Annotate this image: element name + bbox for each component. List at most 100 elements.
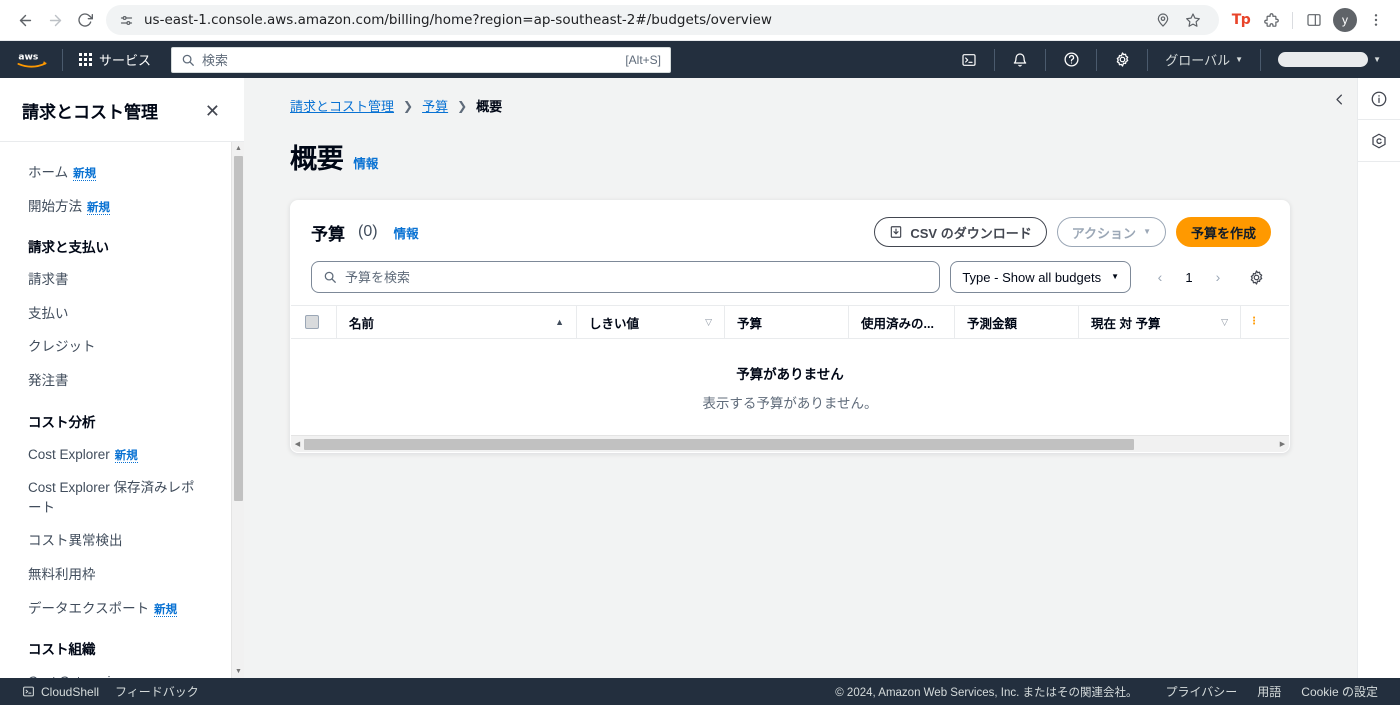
sidebar-item-cost-explorer-saved-reports[interactable]: Cost Explorer 保存済みレポート — [0, 471, 244, 524]
scroll-up-arrow-icon[interactable]: ▲ — [232, 142, 244, 155]
settings-button[interactable] — [1105, 46, 1139, 74]
column-header-used[interactable]: 使用済みの... — [849, 306, 955, 338]
actions-dropdown-button[interactable]: アクション ▼ — [1056, 217, 1166, 247]
help-panel-button[interactable] — [1357, 78, 1400, 120]
sidebar-item-cost-categories[interactable]: Cost Categories — [0, 665, 244, 678]
security-panel-button[interactable] — [1357, 120, 1400, 162]
panel-actions: CSV のダウンロード アクション ▼ 予算を作成 — [874, 217, 1271, 247]
cloudshell-button[interactable] — [952, 46, 986, 74]
scrollbar-track[interactable] — [304, 436, 1276, 453]
footer-cloudshell-button[interactable]: CloudShell — [14, 682, 107, 702]
notifications-button[interactable] — [1003, 46, 1037, 74]
help-button[interactable] — [1054, 46, 1088, 74]
footer-cookie-preferences-link[interactable]: Cookie の設定 — [1293, 680, 1386, 703]
sort-icon: ▽ — [705, 316, 712, 327]
sort-ascending-icon: ▲ — [555, 317, 564, 327]
sidebar-scrollbar[interactable]: ▲ ▼ — [231, 142, 244, 678]
sidebar-item-invoices[interactable]: 請求書 — [0, 263, 244, 297]
column-label: 予算 — [737, 316, 763, 331]
sidebar-item-label: データエクスポート — [28, 600, 150, 616]
panel-filters: Type - Show all budgets ▼ ‹ 1 › — [291, 257, 1289, 305]
aws-logo[interactable]: aws — [10, 48, 54, 72]
back-button[interactable] — [10, 5, 40, 35]
page-number[interactable]: 1 — [1177, 264, 1201, 290]
nav-divider — [62, 48, 63, 71]
scroll-right-arrow-icon[interactable]: ▶ — [1276, 436, 1289, 453]
create-budget-label: 予算を作成 — [1190, 225, 1256, 241]
sidebar-item-cost-anomaly-detection[interactable]: コスト異常検出 — [0, 524, 244, 558]
sort-icon: ▽ — [1221, 316, 1228, 327]
sidebar-item-free-tier[interactable]: 無料利用枠 — [0, 558, 244, 592]
location-pin-icon[interactable] — [1149, 6, 1177, 34]
sidebar-scrollbar-thumb[interactable] — [234, 156, 243, 501]
preferences-button[interactable] — [1241, 262, 1271, 292]
scroll-left-arrow-icon[interactable]: ◀ — [291, 436, 304, 453]
breadcrumb-item-budgets[interactable]: 予算 — [422, 96, 448, 115]
puzzle-icon[interactable] — [1257, 6, 1285, 34]
aws-search-bar[interactable]: 検索 [Alt+S] — [171, 46, 672, 73]
budgets-panel: 予算 (0) 情報 CSV のダウンロード アクション ▼ 予算を作成 予算を検… — [290, 200, 1290, 453]
empty-state-subtitle: 表示する予算がありません。 — [702, 395, 878, 411]
sidebar-item-data-exports[interactable]: データエクスポート 新規 — [0, 592, 244, 626]
forward-button[interactable] — [40, 5, 70, 35]
column-header-overflow[interactable]: ⋮ — [1241, 306, 1271, 338]
side-panel-icon[interactable] — [1300, 6, 1328, 34]
column-header-threshold[interactable]: しきい値 ▽ — [577, 306, 725, 338]
table-empty-state: 予算がありません 表示する予算がありません。 — [291, 339, 1289, 435]
account-menu[interactable]: ▼ — [1269, 47, 1390, 72]
chevron-down-icon: ▼ — [1143, 227, 1151, 236]
kebab-menu-icon[interactable] — [1362, 6, 1390, 34]
collapse-panel-button[interactable] — [1332, 92, 1347, 678]
url-text: us-east-1.console.aws.amazon.com/billing… — [144, 12, 772, 28]
star-icon[interactable] — [1179, 6, 1207, 34]
region-selector[interactable]: グローバル ▼ — [1156, 45, 1252, 74]
actions-label: アクション — [1071, 225, 1137, 241]
download-csv-button[interactable]: CSV のダウンロード — [874, 217, 1047, 247]
budget-type-filter[interactable]: Type - Show all budgets ▼ — [950, 261, 1131, 293]
breadcrumb-item-billing[interactable]: 請求とコスト管理 — [290, 96, 394, 115]
column-label: 使用済みの... — [861, 316, 934, 331]
page-footer: CloudShell フィードバック © 2024, Amazon Web Se… — [0, 678, 1400, 705]
sidebar-item-purchase-orders[interactable]: 発注書 — [0, 364, 244, 398]
search-input[interactable] — [345, 269, 929, 285]
footer-privacy-link[interactable]: プライバシー — [1158, 680, 1246, 703]
footer-feedback-link[interactable]: フィードバック — [107, 680, 207, 703]
prev-page-button[interactable]: ‹ — [1147, 263, 1173, 291]
page-title: 概要 — [290, 144, 344, 174]
address-bar[interactable]: us-east-1.console.aws.amazon.com/billing… — [106, 5, 1219, 35]
account-label — [1278, 52, 1369, 67]
scrollbar-thumb[interactable] — [304, 438, 1135, 450]
column-header-budget[interactable]: 予算 — [725, 306, 849, 338]
footer-terms-link[interactable]: 用語 — [1249, 680, 1289, 703]
sidebar-item-credits[interactable]: クレジット — [0, 330, 244, 364]
grid-icon — [79, 53, 92, 66]
sidebar-item-getting-started[interactable]: 開始方法 新規 — [0, 190, 244, 224]
column-header-current-vs-budget[interactable]: 現在 対 予算 ▽ — [1079, 306, 1241, 338]
column-label: 予測金額 — [967, 316, 1018, 331]
avatar[interactable]: y — [1333, 8, 1357, 32]
pagination: ‹ 1 › — [1147, 263, 1231, 291]
cloudshell-icon — [23, 686, 34, 697]
table-horizontal-scrollbar[interactable]: ◀ ▶ — [291, 435, 1289, 452]
column-header-forecast[interactable]: 予測金額 — [955, 306, 1079, 338]
next-page-button[interactable]: › — [1205, 263, 1231, 291]
close-icon[interactable]: ✕ — [199, 100, 226, 122]
sidebar-item-cost-explorer[interactable]: Cost Explorer 新規 — [0, 438, 244, 472]
reload-button[interactable] — [70, 5, 100, 35]
gear-icon — [1116, 52, 1129, 67]
sidebar-item-payments[interactable]: 支払い — [0, 297, 244, 331]
services-menu-button[interactable]: サービス — [71, 45, 159, 74]
site-settings-icon[interactable] — [118, 12, 135, 29]
extension-tp-icon[interactable]: Tp — [1227, 6, 1255, 34]
budget-search-box[interactable] — [311, 261, 941, 293]
scroll-down-arrow-icon[interactable]: ▼ — [232, 665, 244, 678]
create-budget-button[interactable]: 予算を作成 — [1175, 217, 1271, 247]
sidebar-item-home[interactable]: ホーム 新規 — [0, 156, 244, 190]
budget-type-filter-label: Type - Show all budgets — [962, 269, 1102, 285]
page-info-link[interactable]: 情報 — [353, 153, 378, 172]
aws-top-navigation: aws サービス 検索 [Alt+S] グローバル ▼ ▼ — [0, 41, 1400, 78]
panel-info-link[interactable]: 情報 — [394, 223, 419, 242]
checkbox-icon[interactable] — [305, 315, 319, 329]
select-all-header — [291, 306, 337, 338]
column-header-name[interactable]: 名前 ▲ — [337, 306, 577, 338]
